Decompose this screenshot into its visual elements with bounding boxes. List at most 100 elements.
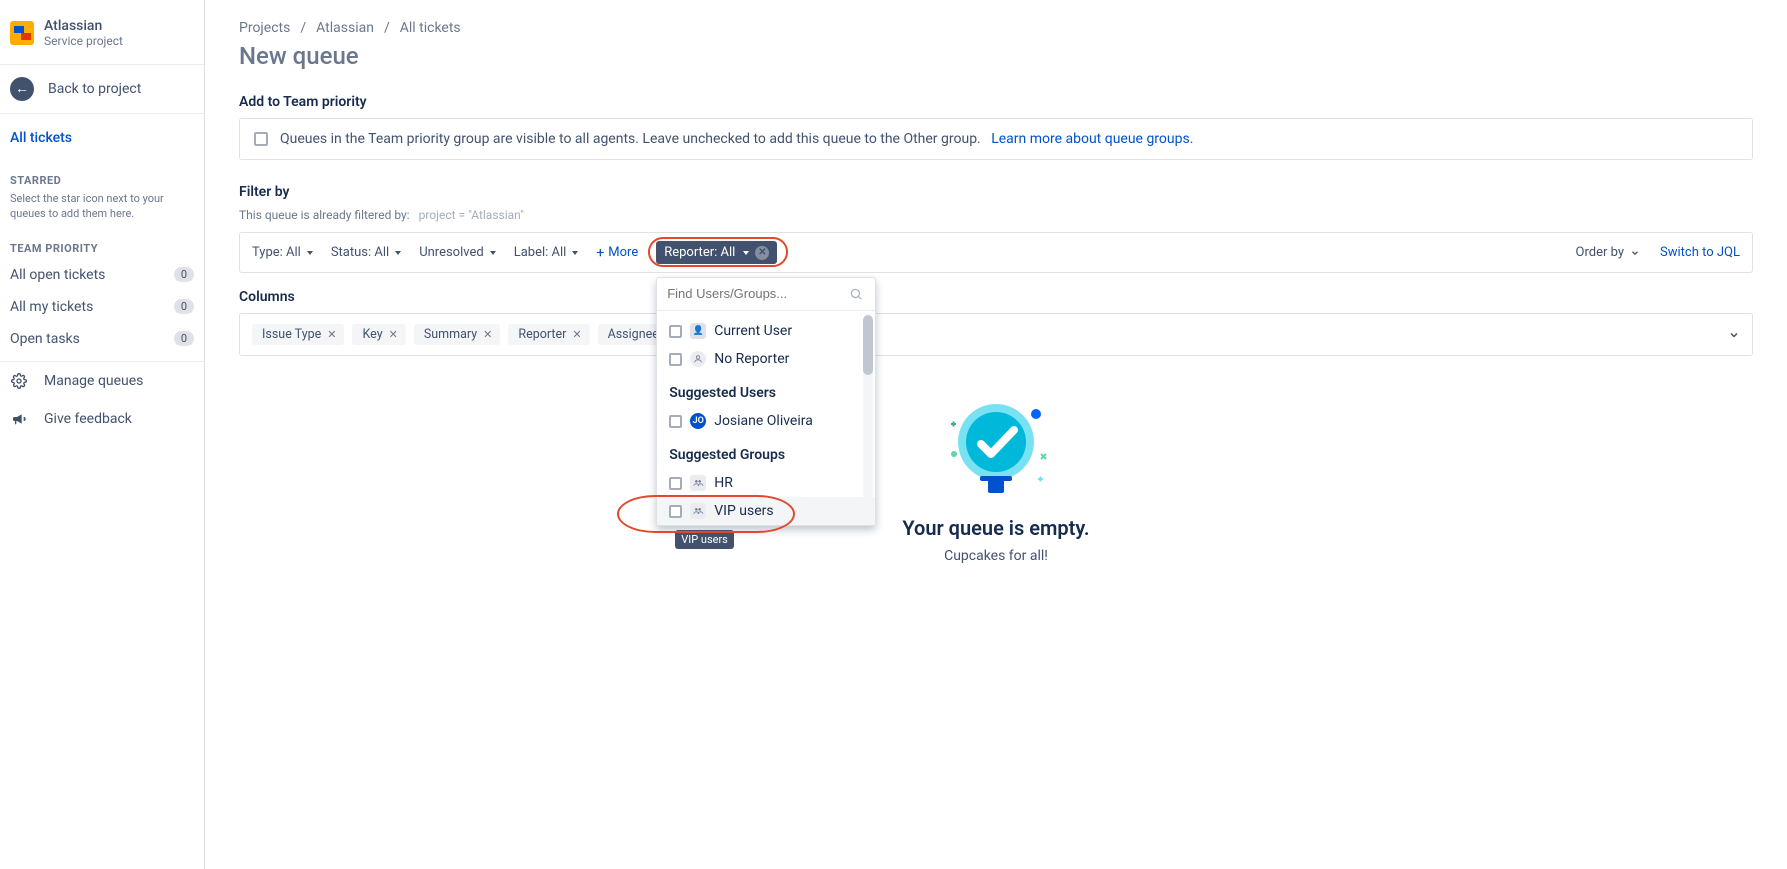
checkbox[interactable]	[669, 325, 682, 338]
filter-bar: Type: All Status: All Unresolved Label: …	[239, 232, 1753, 273]
column-tag-issuetype[interactable]: Issue Type ✕	[252, 324, 344, 345]
filter-more-button[interactable]: + More	[596, 245, 638, 260]
queue-count-badge: 0	[174, 267, 194, 282]
suggested-groups-heading: Suggested Groups	[657, 435, 875, 469]
filter-heading: Filter by	[239, 184, 1753, 200]
filter-chip-unresolved[interactable]: Unresolved	[419, 245, 496, 260]
team-priority-checkbox[interactable]	[254, 132, 268, 146]
filter-subtitle-prefix: This queue is already filtered by:	[239, 208, 410, 222]
dropdown-item-label: Josiane Oliveira	[714, 413, 813, 429]
dropdown-search	[657, 278, 875, 311]
dropdown-item-no-reporter[interactable]: No Reporter	[657, 345, 875, 373]
dropdown-item-label: No Reporter	[714, 351, 789, 367]
dropdown-item-user-josiane[interactable]: JO Josiane Oliveira	[657, 407, 875, 435]
switch-to-jql-link[interactable]: Switch to JQL	[1660, 245, 1740, 260]
sidebar-queue-open-tasks[interactable]: Open tasks 0	[0, 323, 204, 355]
columns-bar: Issue Type ✕ Key ✕ Summary ✕ Reporter ✕ …	[239, 313, 1753, 356]
dropdown-item-group-hr[interactable]: HR	[657, 469, 875, 497]
remove-filter-icon[interactable]: ✕	[755, 246, 769, 260]
main-content: Projects / Atlassian / All tickets New q…	[205, 0, 1787, 869]
filter-chip-label: Status: All	[331, 245, 389, 260]
feedback-label: Give feedback	[44, 411, 132, 427]
user-search-input[interactable]	[667, 286, 865, 301]
team-priority-heading: TEAM PRIORITY	[0, 230, 204, 259]
back-arrow-icon: ←	[10, 77, 34, 101]
sidebar-queue-all-open[interactable]: All open tickets 0	[0, 259, 204, 291]
gear-icon	[10, 372, 28, 390]
learn-more-link[interactable]: Learn more about queue groups.	[991, 131, 1193, 147]
column-tag-label: Issue Type	[262, 327, 321, 342]
column-tag-key[interactable]: Key ✕	[352, 324, 405, 345]
dropdown-item-group-vip[interactable]: VIP users	[657, 497, 875, 525]
dropdown-item-current-user[interactable]: 👤 Current User	[657, 317, 875, 345]
breadcrumb: Projects / Atlassian / All tickets	[239, 20, 1753, 36]
starred-help-text: Select the star icon next to your queues…	[0, 191, 204, 230]
column-tag-label: Summary	[424, 327, 477, 342]
dropdown-item-label: HR	[714, 475, 733, 491]
checkbox[interactable]	[669, 505, 682, 518]
filter-chip-status[interactable]: Status: All	[331, 245, 401, 260]
suggested-users-heading: Suggested Users	[657, 373, 875, 407]
close-icon[interactable]: ✕	[327, 328, 336, 341]
chevron-down-icon	[490, 251, 496, 255]
empty-state-illustration-icon	[936, 384, 1056, 504]
project-subtitle: Service project	[44, 34, 123, 48]
breadcrumb-link-alltickets[interactable]: All tickets	[400, 20, 461, 36]
project-icon	[10, 21, 34, 45]
back-label: Back to project	[48, 81, 141, 97]
sidebar-item-label: All open tickets	[10, 267, 105, 283]
tooltip-vip-users: VIP users	[675, 530, 734, 549]
close-icon[interactable]: ✕	[483, 328, 492, 341]
filter-chip-reporter[interactable]: Reporter: All ✕	[656, 241, 777, 264]
sidebar-queue-all-my[interactable]: All my tickets 0	[0, 291, 204, 323]
group-icon	[690, 475, 706, 491]
queue-count-badge: 0	[174, 299, 194, 314]
columns-heading: Columns	[239, 289, 1753, 305]
filter-subtitle: This queue is already filtered by: proje…	[239, 208, 1753, 222]
filter-more-label: More	[608, 245, 638, 260]
checkbox[interactable]	[669, 415, 682, 428]
order-by-label: Order by	[1576, 245, 1624, 260]
filter-chip-label[interactable]: Label: All	[514, 245, 579, 260]
info-box-text: Queues in the Team priority group are vi…	[280, 131, 1193, 147]
breadcrumb-separator: /	[300, 20, 306, 36]
dropdown-item-label: Current User	[714, 323, 792, 339]
sidebar: Atlassian Service project ← Back to proj…	[0, 0, 205, 869]
sidebar-item-label: All tickets	[10, 130, 72, 146]
user-avatar-icon: JO	[690, 413, 706, 429]
filter-chip-label: Reporter: All	[664, 245, 735, 260]
dropdown-item-label: VIP users	[714, 503, 773, 519]
manage-label: Manage queues	[44, 373, 143, 389]
manage-queues-link[interactable]: Manage queues	[0, 362, 204, 400]
back-to-project-link[interactable]: ← Back to project	[0, 64, 204, 114]
chevron-down-icon	[743, 251, 749, 255]
group-icon	[690, 503, 706, 519]
order-by-button[interactable]: Order by	[1576, 245, 1640, 260]
dropdown-scrollbar[interactable]	[863, 315, 873, 521]
project-name: Atlassian	[44, 18, 123, 34]
column-tag-label: Reporter	[518, 327, 566, 342]
filter-subtitle-query: project = "Atlassian"	[419, 208, 524, 222]
chevron-down-icon	[572, 251, 578, 255]
team-priority-info-box: Queues in the Team priority group are vi…	[239, 118, 1753, 160]
empty-state: Your queue is empty. Cupcakes for all!	[239, 384, 1753, 564]
close-icon[interactable]: ✕	[572, 328, 581, 341]
project-header: Atlassian Service project	[0, 0, 204, 58]
chevron-down-icon	[395, 251, 401, 255]
checkbox[interactable]	[669, 477, 682, 490]
breadcrumb-link-atlassian[interactable]: Atlassian	[316, 20, 374, 36]
checkbox[interactable]	[669, 353, 682, 366]
filter-chip-type[interactable]: Type: All	[252, 245, 313, 260]
column-tag-reporter[interactable]: Reporter ✕	[508, 324, 589, 345]
columns-expand-button[interactable]	[1728, 329, 1740, 341]
close-icon[interactable]: ✕	[389, 328, 398, 341]
sidebar-item-all-tickets[interactable]: All tickets	[0, 122, 204, 154]
no-reporter-icon	[690, 351, 706, 367]
column-tag-summary[interactable]: Summary ✕	[414, 324, 501, 345]
user-avatar-icon: 👤	[690, 323, 706, 339]
megaphone-icon	[10, 410, 28, 428]
breadcrumb-link-projects[interactable]: Projects	[239, 20, 290, 36]
give-feedback-link[interactable]: Give feedback	[0, 400, 204, 438]
dropdown-body: 👤 Current User No Reporter Suggested	[657, 311, 875, 525]
plus-icon: +	[596, 246, 604, 260]
